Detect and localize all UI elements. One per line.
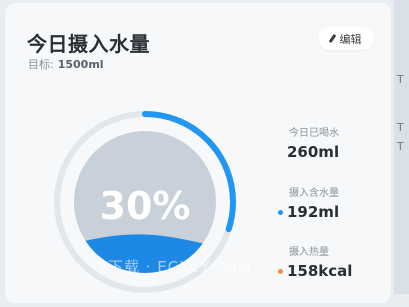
watermark-text: 飞下载 · ECXCY.COM xyxy=(92,258,252,276)
edit-label: 编辑 xyxy=(339,32,362,46)
goal-value: 1500ml xyxy=(57,58,104,71)
stat-value-water-content: 192ml xyxy=(287,203,340,221)
water-content-dot xyxy=(278,210,283,215)
adjacent-card-text: T xyxy=(397,140,404,153)
goal-label: 目标: xyxy=(28,58,54,71)
edit-button[interactable]: 编辑 xyxy=(318,27,374,50)
stat-label-calories: 摄入热量 xyxy=(289,247,329,258)
adjacent-card-edge: T T T xyxy=(394,0,409,294)
adjacent-card-text: T xyxy=(397,121,404,134)
pencil-icon xyxy=(328,33,336,44)
gauge-percent: 30% xyxy=(100,184,191,228)
calorie-dot xyxy=(278,269,283,274)
adjacent-card-text: T xyxy=(397,73,404,86)
goal-line: 目标: 1500ml xyxy=(28,56,104,72)
stat-label-drunk: 今日已喝水 xyxy=(289,128,339,139)
water-gauge: 30% xyxy=(54,111,236,293)
stat-label-water-content: 摄入含水量 xyxy=(289,188,339,199)
card-title: 今日摄入水量 xyxy=(27,32,150,56)
stat-value-drunk: 260ml xyxy=(287,143,340,161)
stat-value-calories: 158kcal xyxy=(287,262,353,280)
